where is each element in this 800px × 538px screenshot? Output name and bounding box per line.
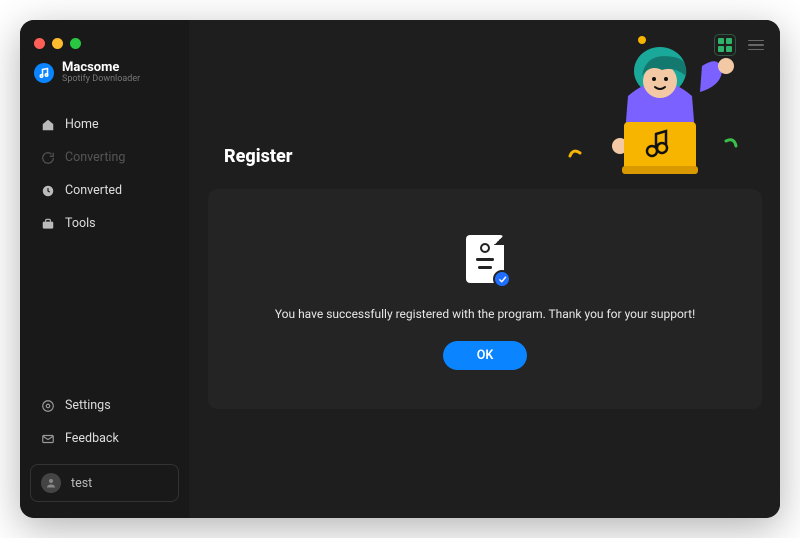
sidebar-item-home[interactable]: Home xyxy=(28,109,181,140)
primary-nav: Home Converting Converted Tools xyxy=(20,105,189,243)
home-icon xyxy=(40,117,55,132)
close-window-button[interactable] xyxy=(34,38,45,49)
brand-subtitle: Spotify Downloader xyxy=(62,75,140,85)
app-window: Macsome Spotify Downloader Home Converti… xyxy=(20,20,780,518)
success-message: You have successfully registered with th… xyxy=(275,307,695,321)
document-check-icon xyxy=(466,235,504,283)
maximize-window-button[interactable] xyxy=(70,38,81,49)
grid-view-icon[interactable] xyxy=(714,34,736,56)
converting-icon xyxy=(40,150,55,165)
settings-icon xyxy=(40,398,55,413)
sidebar-item-converting: Converting xyxy=(28,142,181,173)
top-right-controls xyxy=(714,34,764,56)
mail-icon xyxy=(40,431,55,446)
sidebar-item-feedback[interactable]: Feedback xyxy=(28,423,181,454)
main-content: Register You have successfully registere… xyxy=(190,20,780,518)
sidebar-item-settings[interactable]: Settings xyxy=(28,390,181,421)
sidebar: Macsome Spotify Downloader Home Converti… xyxy=(20,20,190,518)
sidebar-item-label: Home xyxy=(65,117,99,132)
sidebar-item-converted[interactable]: Converted xyxy=(28,175,181,206)
sidebar-item-label: Feedback xyxy=(65,431,119,446)
user-chip[interactable]: test xyxy=(30,464,179,502)
window-controls xyxy=(20,32,189,61)
sidebar-item-label: Settings xyxy=(65,398,111,413)
hamburger-menu-icon[interactable] xyxy=(748,40,764,51)
toolbox-icon xyxy=(40,216,55,231)
ok-button[interactable]: OK xyxy=(443,341,528,370)
brand-logo-icon xyxy=(34,63,54,83)
avatar-icon xyxy=(41,473,61,493)
register-success-card: You have successfully registered with th… xyxy=(208,189,762,409)
clock-icon xyxy=(40,183,55,198)
brand: Macsome Spotify Downloader xyxy=(20,61,189,105)
minimize-window-button[interactable] xyxy=(52,38,63,49)
user-name: test xyxy=(71,476,92,491)
sidebar-item-label: Tools xyxy=(65,216,96,231)
sidebar-item-label: Converted xyxy=(65,183,122,198)
sidebar-item-label: Converting xyxy=(65,150,125,165)
brand-name: Macsome xyxy=(62,61,140,75)
sidebar-item-tools[interactable]: Tools xyxy=(28,208,181,239)
secondary-nav: Settings Feedback xyxy=(20,386,189,458)
page-title: Register xyxy=(224,146,762,167)
